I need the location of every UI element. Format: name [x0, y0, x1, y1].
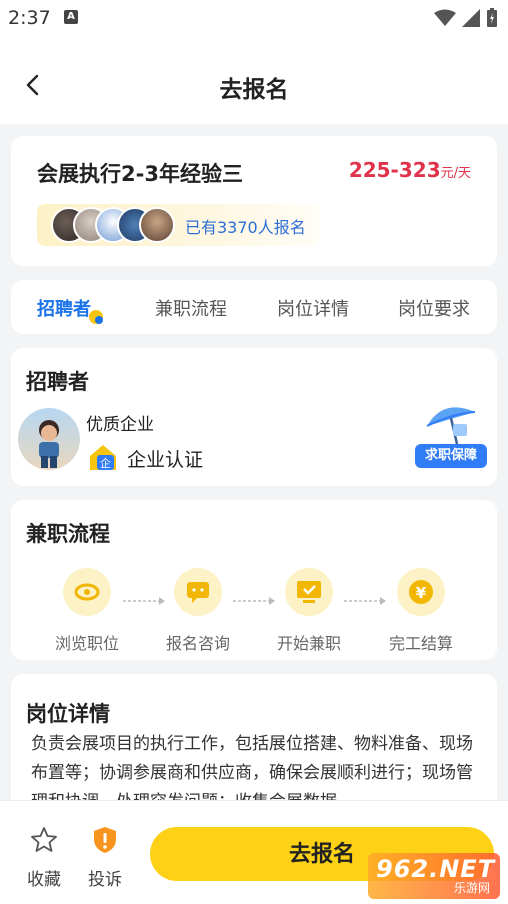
- salary-range: 225-323: [348, 158, 441, 182]
- signup-count: 已有3370人报名: [185, 218, 306, 237]
- favorite-button[interactable]: 收藏: [19, 825, 69, 890]
- company-name: 优质企业: [86, 415, 154, 435]
- applicant-avatars: [51, 207, 191, 243]
- svg-text:企: 企: [100, 456, 111, 470]
- watermark-sub: 乐游网: [453, 881, 490, 895]
- process-section-title: 兼职流程: [26, 522, 110, 546]
- signup-strip: 已有3370人报名: [37, 204, 319, 246]
- status-time: 2:37: [8, 7, 51, 29]
- process-step-label: 完工结算: [388, 634, 453, 653]
- process-step: 开始兼职: [264, 568, 354, 654]
- job-guarantee-label: 求职保障: [415, 444, 487, 468]
- wifi-icon: [434, 9, 456, 26]
- job-title: 会展执行2-3年经验三: [37, 162, 243, 186]
- monitor-check-icon: [285, 568, 333, 616]
- star-icon: [31, 827, 57, 852]
- process-step: 浏览职位: [42, 568, 132, 654]
- salary: 225-323元/天: [349, 158, 471, 182]
- tab-process[interactable]: 兼职流程: [155, 295, 227, 321]
- process-step-label: 浏览职位: [54, 634, 119, 653]
- signal-icon: [462, 9, 480, 27]
- header: 去报名: [0, 36, 508, 124]
- process-step-label: 报名咨询: [165, 634, 230, 653]
- company-verified-icon: 企: [90, 445, 116, 470]
- company-avatar[interactable]: [18, 408, 80, 470]
- tab-details[interactable]: 岗位详情: [277, 295, 349, 321]
- status-bar: 2:37 A: [0, 0, 508, 36]
- tab-recruiter[interactable]: 招聘者: [37, 295, 91, 321]
- bottom-action-bar: 收藏 投诉 去报名 962.NET 乐游网: [0, 800, 508, 904]
- job-guarantee[interactable]: 求职保障: [413, 396, 491, 468]
- process-step: 报名咨询: [153, 568, 243, 654]
- chat-icon: [174, 568, 222, 616]
- notification-icon: A: [64, 10, 78, 24]
- status-icons: [434, 8, 498, 28]
- svg-text:¥: ¥: [416, 584, 427, 602]
- page-title: 去报名: [219, 77, 289, 103]
- process-card: 兼职流程 浏览职位 报名咨询 开始兼职 ¥ 完工结算: [11, 500, 497, 660]
- detail-section-title: 岗位详情: [26, 702, 110, 726]
- complaint-button[interactable]: 投诉: [80, 825, 130, 890]
- favorite-label: 收藏: [27, 870, 61, 890]
- process-step-label: 开始兼职: [276, 634, 341, 653]
- recruiter-card: 招聘者 优质企业 企 企业认证 求职保障: [11, 348, 497, 486]
- avatar: [139, 207, 175, 243]
- site-watermark: 962.NET 乐游网: [368, 853, 500, 899]
- shield-alert-icon: [94, 827, 116, 853]
- salary-unit: 元/天: [440, 166, 471, 181]
- yen-coin-icon: ¥: [397, 568, 445, 616]
- company-avatar-figure: [39, 420, 59, 468]
- battery-icon: [487, 8, 497, 27]
- tab-bar: 招聘者 兼职流程 岗位详情 岗位要求: [11, 280, 497, 334]
- tab-indicator-dot: [95, 316, 103, 324]
- recruiter-section-title: 招聘者: [26, 370, 89, 394]
- job-card: 会展执行2-3年经验三 225-323元/天 已有3370人报名: [11, 136, 497, 266]
- tab-requirements[interactable]: 岗位要求: [398, 295, 470, 321]
- eye-icon: [63, 568, 111, 616]
- process-step: ¥ 完工结算: [376, 568, 466, 654]
- complaint-label: 投诉: [88, 870, 122, 890]
- company-verified-label: 企业认证: [127, 449, 204, 471]
